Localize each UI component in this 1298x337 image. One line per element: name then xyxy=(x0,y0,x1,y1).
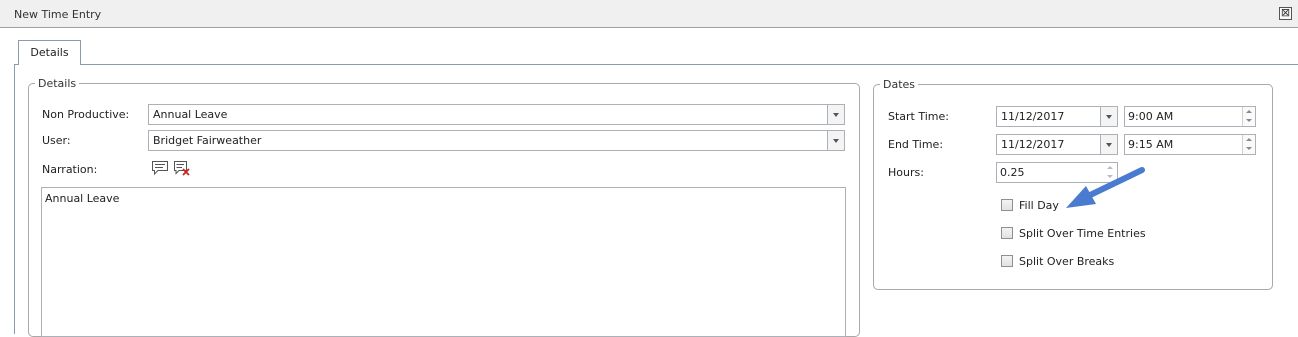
details-group-legend: Details xyxy=(38,77,77,90)
tab-details[interactable]: Details xyxy=(18,40,81,65)
end-time-spinner[interactable]: 9:15 AM xyxy=(1124,134,1256,155)
start-time-label: Start Time: xyxy=(888,110,949,123)
hours-spinner[interactable]: 0.25 xyxy=(996,162,1118,183)
start-date-value: 11/12/2017 xyxy=(1001,110,1065,123)
spin-up-icon[interactable] xyxy=(1107,166,1113,169)
start-time-value: 9:00 AM xyxy=(1128,110,1174,123)
spin-down-icon[interactable] xyxy=(1246,119,1252,122)
user-value: Bridget Fairweather xyxy=(153,134,262,147)
narration-textarea[interactable]: Annual Leave xyxy=(41,187,846,337)
chevron-down-icon[interactable] xyxy=(1100,135,1117,154)
spin-up-icon[interactable] xyxy=(1246,110,1252,113)
user-select[interactable]: Bridget Fairweather xyxy=(148,130,845,151)
add-comment-icon[interactable] xyxy=(151,160,169,176)
end-date-value: 11/12/2017 xyxy=(1001,138,1065,151)
narration-text: Annual Leave xyxy=(45,192,120,205)
close-icon[interactable]: ⊠ xyxy=(1279,7,1292,20)
chevron-down-icon[interactable] xyxy=(1100,107,1117,126)
hours-label: Hours: xyxy=(888,166,924,179)
fill-day-checkbox[interactable] xyxy=(1001,199,1013,211)
window-title: New Time Entry xyxy=(14,8,102,21)
spin-down-icon[interactable] xyxy=(1107,175,1113,178)
spin-up-icon[interactable] xyxy=(1246,138,1252,141)
split-over-time-entries-label[interactable]: Split Over Time Entries xyxy=(1019,227,1146,240)
fill-day-label[interactable]: Fill Day xyxy=(1019,199,1059,212)
spinner-arrows[interactable] xyxy=(1242,135,1255,154)
spinner-arrows[interactable] xyxy=(1242,107,1255,126)
end-time-value: 9:15 AM xyxy=(1128,138,1174,151)
end-date-picker[interactable]: 11/12/2017 xyxy=(996,134,1118,155)
hours-value: 0.25 xyxy=(1000,166,1025,179)
non-productive-value: Annual Leave xyxy=(153,108,228,121)
split-over-breaks-label[interactable]: Split Over Breaks xyxy=(1019,255,1114,268)
end-time-label: End Time: xyxy=(888,138,944,151)
split-over-time-entries-checkbox[interactable] xyxy=(1001,227,1013,239)
non-productive-select[interactable]: Annual Leave xyxy=(148,104,845,125)
user-label: User: xyxy=(42,134,71,147)
delete-comment-icon[interactable] xyxy=(173,160,191,176)
dates-group-legend: Dates xyxy=(883,78,916,91)
spin-down-icon[interactable] xyxy=(1246,147,1252,150)
split-over-breaks-checkbox[interactable] xyxy=(1001,255,1013,267)
start-date-picker[interactable]: 11/12/2017 xyxy=(996,106,1118,127)
chevron-down-icon[interactable] xyxy=(827,105,844,124)
chevron-down-icon[interactable] xyxy=(827,131,844,150)
spinner-arrows[interactable] xyxy=(1104,163,1117,182)
window-titlebar: New Time Entry ⊠ xyxy=(0,0,1298,28)
non-productive-label: Non Productive: xyxy=(42,108,130,121)
start-time-spinner[interactable]: 9:00 AM xyxy=(1124,106,1256,127)
narration-label: Narration: xyxy=(42,163,98,176)
